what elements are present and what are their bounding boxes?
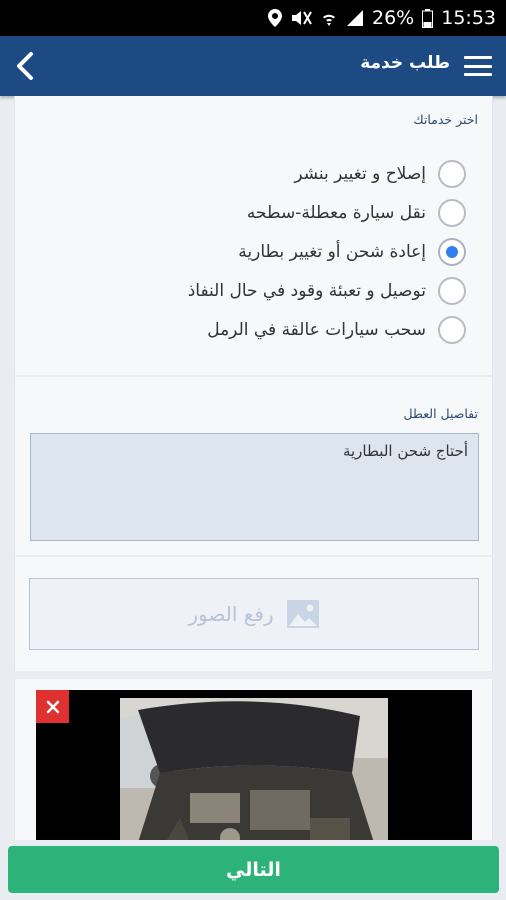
service-options: إصلاح و تغيير بنشر نقل سيارة معطلة-سطحه إع… (46, 154, 466, 349)
radio-button[interactable] (438, 315, 466, 344)
upload-label: رفع الصور (188, 602, 274, 626)
signal-icon (346, 9, 364, 27)
fault-details-textarea[interactable]: أحتاج شحن البطارية (30, 433, 479, 541)
service-option-label: سحب سيارات عالقة في الرمل (207, 319, 426, 340)
service-option[interactable]: إعادة شحن أو تغيير بطارية (46, 232, 466, 271)
photo-preview-card (14, 679, 493, 840)
car-engine-photo (120, 698, 388, 840)
radio-selected-dot (446, 245, 458, 258)
mute-icon (290, 9, 312, 27)
battery-percent: 26% (372, 7, 415, 29)
status-bar: 26% 15:53 (0, 0, 506, 36)
upload-card: رفع الصور (14, 557, 493, 671)
menu-button[interactable] (462, 50, 494, 82)
radio-button[interactable] (438, 237, 466, 266)
battery-icon (422, 8, 434, 28)
service-option-label: إعادة شحن أو تغيير بطارية (238, 241, 426, 262)
service-option-label: إصلاح و تغيير بنشر (294, 163, 426, 184)
service-section-label: اختر خدماتك (413, 112, 478, 127)
menu-icon-bar (464, 73, 492, 76)
upload-photos-button[interactable]: رفع الصور (29, 578, 479, 650)
menu-icon-bar (464, 56, 492, 59)
close-icon (46, 700, 59, 713)
wifi-icon (320, 9, 338, 27)
radio-button[interactable] (438, 276, 466, 305)
service-option[interactable]: سحب سيارات عالقة في الرمل (46, 310, 466, 349)
service-option[interactable]: نقل سيارة معطلة-سطحه (46, 193, 466, 232)
clock: 15:53 (441, 7, 496, 29)
page-title: طلب خدمة (360, 53, 450, 73)
photo-preview (36, 690, 472, 840)
chevron-left-icon (17, 52, 33, 80)
radio-button[interactable] (438, 159, 466, 188)
menu-icon-bar (464, 64, 492, 68)
service-option[interactable]: إصلاح و تغيير بنشر (46, 154, 466, 193)
fault-details-card: تفاصيل العطل أحتاج شحن البطارية (14, 377, 493, 555)
service-option[interactable]: توصيل و تعبئة وقود في حال النفاذ (46, 271, 466, 310)
service-option-label: نقل سيارة معطلة-سطحه (246, 202, 426, 223)
details-section-label: تفاصيل العطل (403, 406, 478, 421)
location-icon (268, 9, 282, 27)
app-bar: طلب خدمة (0, 36, 506, 96)
form-content[interactable]: اختر خدماتك إصلاح و تغيير بنشر نقل سيارة … (14, 96, 493, 840)
service-option-label: توصيل و تعبئة وقود في حال النفاذ (187, 280, 426, 301)
back-button[interactable] (6, 48, 42, 84)
next-button[interactable]: التالي (8, 846, 499, 893)
radio-button[interactable] (438, 198, 466, 227)
image-icon (286, 600, 319, 628)
remove-photo-button[interactable] (36, 690, 69, 723)
service-selection-card: اختر خدماتك إصلاح و تغيير بنشر نقل سيارة … (14, 96, 493, 375)
